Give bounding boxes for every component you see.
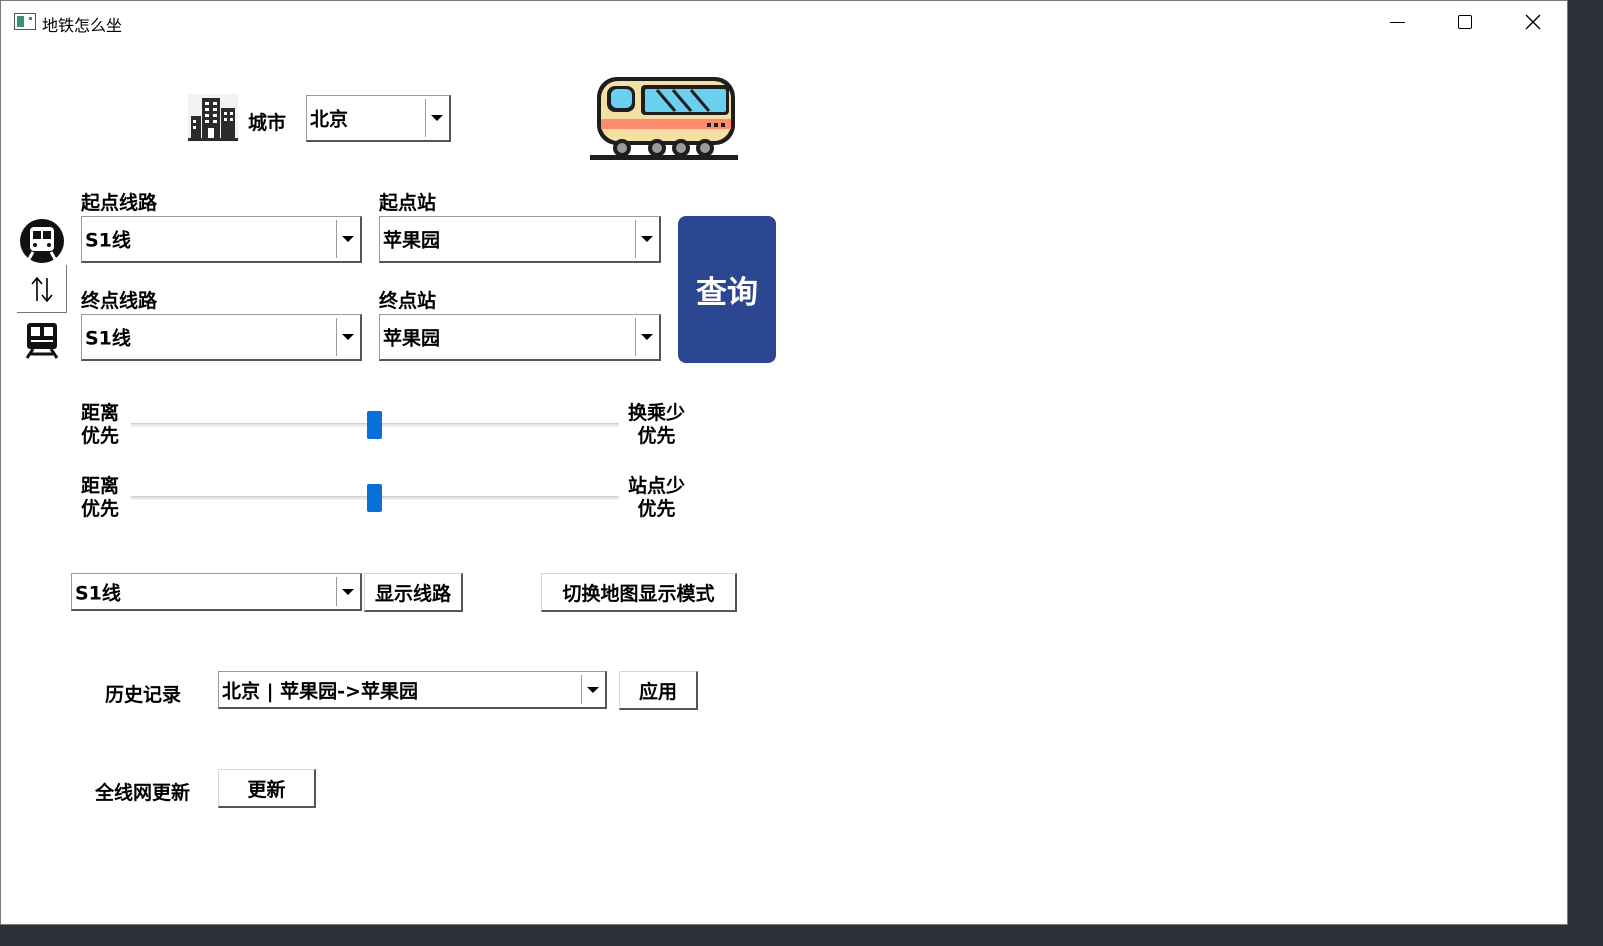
maximize-button[interactable] [1431, 1, 1499, 43]
slider2-left-label: 距离 优先 [81, 475, 119, 521]
close-button[interactable] [1499, 1, 1567, 43]
end-line-value: S1线 [85, 327, 131, 350]
slider1-left-line2: 优先 [81, 425, 120, 447]
slider1-right-label: 换乘少 优先 [628, 402, 685, 448]
start-line-label: 起点线路 [81, 192, 158, 214]
slider1-thumb[interactable] [367, 411, 382, 439]
maximize-icon [1458, 15, 1472, 29]
slider2-right-line2: 优先 [637, 498, 676, 520]
slider1-right-line2: 优先 [637, 425, 676, 447]
city-select-value: 北京 [310, 108, 349, 131]
minimize-icon [1389, 21, 1405, 23]
line-display-value: S1线 [75, 582, 121, 604]
update-label: 全线网更新 [95, 782, 191, 804]
query-button[interactable]: 查询 [678, 216, 776, 363]
train-icon [25, 323, 59, 359]
title-bar: 地铁怎么坐 [1, 1, 1567, 43]
slider1-right-line1: 换乘少 [628, 402, 686, 424]
end-station-value: 苹果园 [383, 327, 441, 350]
minimize-button[interactable] [1363, 1, 1431, 43]
start-station-label: 起点站 [379, 192, 437, 214]
slider2-right-line1: 站点少 [628, 475, 686, 497]
end-line-select[interactable]: S1线 [81, 314, 362, 361]
slider1-left-line1: 距离 [81, 402, 120, 424]
apply-button[interactable]: 应用 [619, 671, 698, 710]
city-label: 城市 [248, 112, 287, 134]
start-station-select[interactable]: 苹果园 [379, 216, 661, 263]
app-icon [14, 13, 36, 30]
slider2-thumb[interactable] [367, 484, 382, 512]
history-label: 历史记录 [105, 684, 182, 706]
city-select[interactable]: 北京 [306, 95, 451, 142]
subway-icon [20, 219, 64, 263]
slider2-right-label: 站点少 优先 [628, 475, 685, 521]
train-illustration-icon [590, 77, 738, 160]
end-station-label: 终点站 [379, 290, 437, 312]
end-station-select[interactable]: 苹果园 [379, 314, 661, 361]
start-station-value: 苹果园 [383, 229, 441, 252]
chevron-down-icon[interactable] [336, 217, 360, 261]
chevron-down-icon[interactable] [336, 574, 360, 609]
app-window: 地铁怎么坐 城市 北京 起点线路 S1线 起点站 苹果园 终点线路 S1线 终点… [0, 0, 1568, 925]
chevron-down-icon[interactable] [425, 96, 449, 140]
window-title: 地铁怎么坐 [42, 16, 123, 35]
chevron-down-icon[interactable] [581, 672, 605, 707]
slider2-left-line1: 距离 [81, 475, 120, 497]
close-icon [1525, 14, 1541, 30]
end-line-label: 终点线路 [81, 290, 158, 312]
line-display-select[interactable]: S1线 [71, 573, 362, 611]
update-button[interactable]: 更新 [218, 769, 316, 808]
slider2-left-line2: 优先 [81, 498, 120, 520]
chevron-down-icon[interactable] [635, 217, 659, 261]
start-line-select[interactable]: S1线 [81, 216, 362, 263]
chevron-down-icon[interactable] [336, 315, 360, 359]
building-icon [188, 94, 238, 142]
swap-arrows-icon [31, 276, 53, 303]
history-select[interactable]: 北京 | 苹果园->苹果园 [218, 671, 607, 709]
slider1-left-label: 距离 优先 [81, 402, 119, 448]
start-line-value: S1线 [85, 229, 131, 252]
map-mode-button[interactable]: 切换地图显示模式 [541, 573, 737, 612]
history-value: 北京 | 苹果园->苹果园 [222, 680, 418, 702]
swap-button[interactable] [17, 265, 67, 313]
chevron-down-icon[interactable] [635, 315, 659, 359]
show-line-button[interactable]: 显示线路 [364, 573, 463, 612]
